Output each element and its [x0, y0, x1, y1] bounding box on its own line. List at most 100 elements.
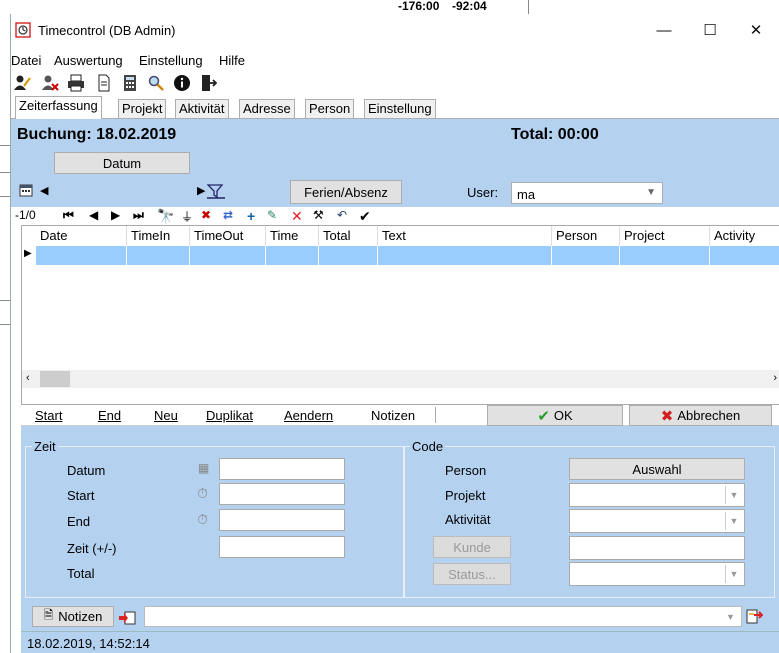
export-icon[interactable]	[745, 607, 763, 625]
refresh-icon[interactable]: ⇄	[223, 208, 233, 222]
document-icon[interactable]	[95, 74, 113, 92]
neu-button[interactable]: Neu	[154, 408, 178, 423]
user-delete-icon[interactable]	[41, 74, 59, 92]
bookings-table[interactable]: Date TimeIn TimeOut Time Total Text Pers…	[21, 225, 779, 405]
start-button[interactable]: Start	[35, 408, 62, 423]
table-cell[interactable]	[620, 246, 710, 265]
aktivitaet-select[interactable]: ▼	[569, 509, 745, 533]
column-timeout[interactable]: TimeOut	[190, 226, 266, 246]
ok-button[interactable]: ✔ OK	[487, 405, 623, 426]
clock-icon[interactable]: ⏱	[197, 511, 208, 528]
last-record-icon[interactable]: ⏭	[133, 208, 144, 223]
next-record-icon[interactable]: ▶	[111, 208, 120, 222]
booking-date-label: Buchung: 18.02.2019	[17, 126, 177, 143]
table-cell[interactable]	[378, 246, 552, 265]
notes-select[interactable]: ▼	[144, 606, 742, 627]
binoculars-icon[interactable]: 🔭	[157, 208, 174, 225]
column-time[interactable]: Time	[266, 226, 319, 246]
column-project[interactable]: Project	[620, 226, 710, 246]
status-select[interactable]: ▼	[569, 562, 745, 586]
maximize-button[interactable]: ☐	[687, 14, 733, 46]
status-button[interactable]: Status...	[433, 563, 511, 585]
scroll-right-icon[interactable]: ›	[773, 372, 777, 384]
auswahl-button[interactable]: Auswahl	[569, 458, 745, 480]
delete-record-icon[interactable]: ✕	[291, 208, 303, 225]
table-cell[interactable]	[127, 246, 190, 265]
tab-einstellung[interactable]: Einstellung	[364, 99, 436, 119]
booking-total-label: Total: 00:00	[511, 126, 599, 143]
column-date[interactable]: Date	[36, 226, 127, 246]
datum-input[interactable]	[219, 458, 345, 480]
title-bar[interactable]: Timecontrol (DB Admin) — ☐ ✕	[11, 14, 779, 46]
printer-icon[interactable]	[67, 74, 85, 92]
menu-einstellung[interactable]: Einstellung	[139, 53, 203, 68]
table-cell[interactable]	[552, 246, 620, 265]
confirm-icon[interactable]: ✔	[359, 208, 371, 225]
notizen-button-label: Notizen	[58, 609, 103, 624]
column-timein[interactable]: TimeIn	[127, 226, 190, 246]
tools-icon[interactable]: ⚒	[313, 208, 324, 222]
abbrechen-button[interactable]: ✖ Abbrechen	[629, 405, 772, 426]
tab-adresse[interactable]: Adresse	[239, 99, 295, 119]
notizen-button[interactable]: 🗎 Notizen	[32, 606, 114, 627]
calendar-icon[interactable]	[19, 183, 33, 197]
filter-icon[interactable]	[207, 183, 225, 199]
menu-datei[interactable]: Datei	[11, 53, 41, 68]
column-total[interactable]: Total	[319, 226, 378, 246]
user-edit-icon[interactable]	[13, 74, 31, 92]
table-row[interactable]	[36, 246, 779, 265]
action-bar: Start End Neu Duplikat Aendern Notizen ✔…	[21, 405, 779, 426]
previous-date-icon[interactable]: ◀	[40, 184, 48, 197]
minimize-button[interactable]: —	[641, 14, 687, 46]
attach-note-icon[interactable]	[118, 608, 136, 626]
table-cell[interactable]	[319, 246, 378, 265]
undo-icon[interactable]: ↶	[337, 208, 347, 222]
chevron-down-icon: ▼	[726, 612, 735, 622]
app-window: Timecontrol (DB Admin) — ☐ ✕ Datei Auswe…	[10, 14, 779, 653]
column-activity[interactable]: Activity	[710, 226, 779, 246]
table-cell[interactable]	[36, 246, 127, 265]
end-time-input[interactable]	[219, 509, 345, 531]
info-icon[interactable]	[173, 74, 191, 92]
table-cell[interactable]	[266, 246, 319, 265]
close-button[interactable]: ✕	[733, 14, 779, 46]
table-cell[interactable]	[190, 246, 266, 265]
column-person[interactable]: Person	[552, 226, 620, 246]
tab-zeiterfassung[interactable]: Zeiterfassung	[15, 96, 102, 119]
edit-record-icon[interactable]: ✎	[267, 208, 277, 222]
aendern-button[interactable]: Aendern	[284, 408, 333, 423]
scroll-left-icon[interactable]: ‹	[26, 372, 30, 384]
first-record-icon[interactable]: ⏮	[63, 208, 74, 223]
tab-projekt[interactable]: Projekt	[118, 99, 167, 119]
projekt-select[interactable]: ▼	[569, 483, 745, 507]
kunde-button[interactable]: Kunde	[433, 536, 511, 558]
next-date-icon[interactable]: ▶	[197, 184, 205, 197]
exit-door-icon[interactable]	[199, 74, 217, 92]
background-divider	[528, 0, 529, 14]
clear-filter-icon[interactable]: ✖	[201, 208, 211, 222]
filter-icon[interactable]: ⏚	[181, 208, 193, 225]
zeit-input[interactable]	[219, 536, 345, 558]
start-time-input[interactable]	[219, 483, 345, 505]
menu-auswertung[interactable]: Auswertung	[54, 53, 123, 68]
kunde-input[interactable]	[569, 536, 745, 560]
previous-record-icon[interactable]: ◀	[89, 208, 98, 222]
status-bar: 18.02.2019, 14:52:14	[21, 631, 779, 653]
horizontal-scrollbar[interactable]: ‹ ›	[22, 370, 779, 388]
user-select[interactable]: ma ▼	[511, 182, 663, 204]
search-icon[interactable]	[147, 74, 165, 92]
add-record-icon[interactable]: +	[247, 208, 255, 224]
calendar-icon[interactable]: ▦	[198, 461, 209, 475]
duplikat-button[interactable]: Duplikat	[206, 408, 253, 423]
datum-button[interactable]: Datum	[54, 152, 190, 174]
menu-hilfe[interactable]: Hilfe	[219, 53, 245, 68]
notizen-action-button[interactable]: Notizen	[371, 408, 415, 423]
ferien-absenz-button[interactable]: Ferien/Absenz	[290, 180, 402, 204]
column-text[interactable]: Text	[378, 226, 552, 246]
calculator-icon[interactable]	[121, 74, 139, 92]
end-button[interactable]: End	[98, 408, 121, 423]
scrollbar-thumb[interactable]	[40, 371, 70, 387]
clock-icon[interactable]: ⏱	[197, 485, 208, 502]
tab-person[interactable]: Person	[305, 99, 355, 119]
tab-aktivitaet[interactable]: Aktivität	[175, 99, 229, 119]
